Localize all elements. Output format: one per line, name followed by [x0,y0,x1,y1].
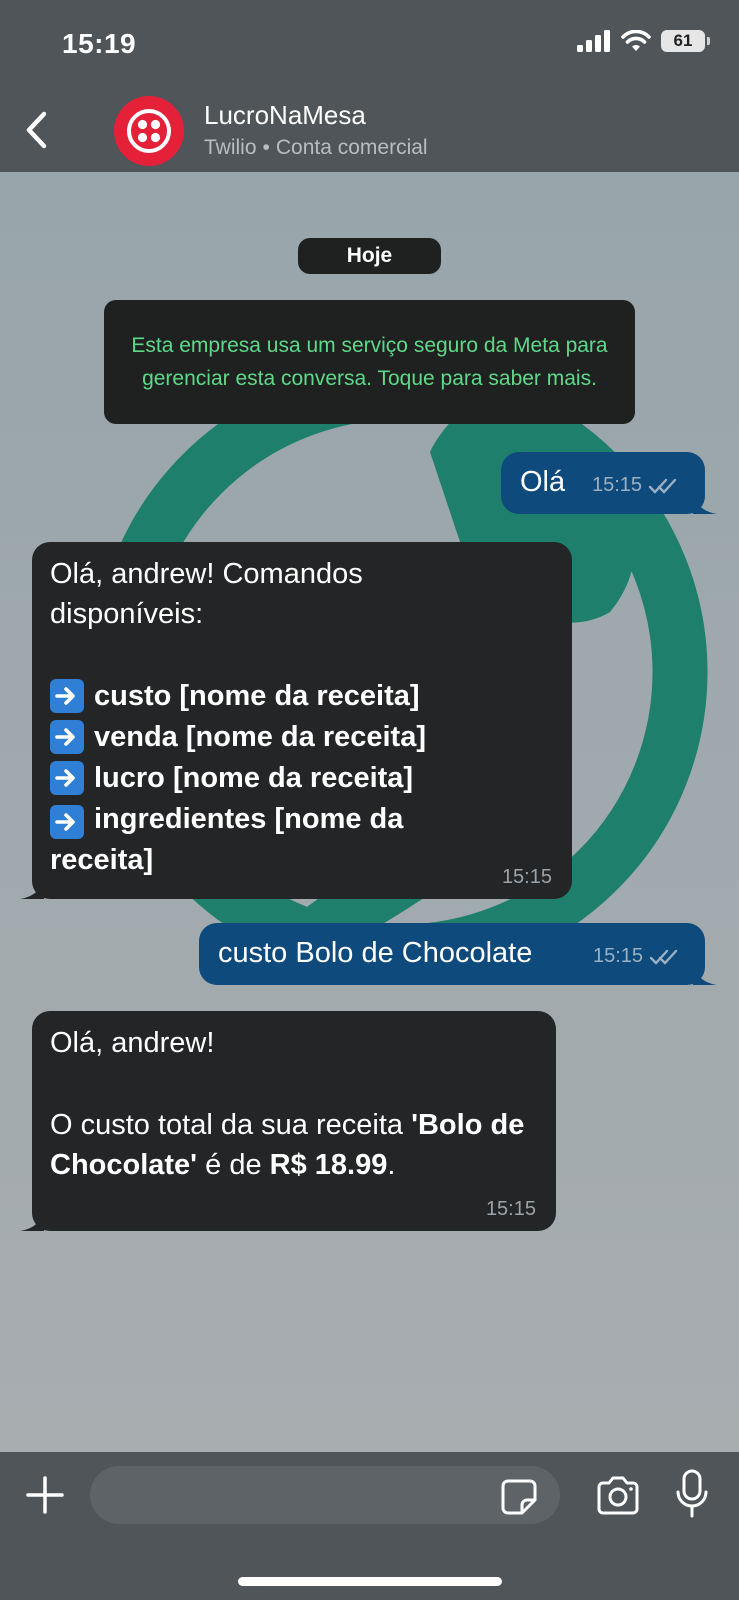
chevron-left-icon [26,111,47,149]
message-content: Olá, andrew! O custo total da sua receit… [50,1023,540,1185]
microphone-icon [676,1469,708,1518]
message-time: 15:15 [486,1198,536,1221]
battery-indicator: 61 [661,30,710,52]
command-item: custo [nome da receita] [50,676,550,717]
outgoing-message[interactable]: custo Bolo de Chocolate 15:15 [199,923,717,985]
twilio-logo [127,109,171,153]
double-check-icon [648,478,677,494]
separator-dot: • [262,136,270,159]
body-prefix: O custo total da sua receita [50,1109,412,1141]
chat-area[interactable]: Hoje Esta empresa usa um serviço seguro … [0,172,739,1452]
input-bar [0,1452,739,1600]
sticker-button[interactable] [500,1478,538,1516]
plus-icon [26,1476,64,1514]
provider-name: Twilio [204,136,257,159]
account-type: Conta comercial [275,136,428,159]
attach-button[interactable] [22,1472,68,1518]
bubble-tail [693,496,717,514]
date-chip: Hoje [298,238,441,274]
command-text: lucro [nome da receita] [94,762,414,794]
command-item: venda [nome da receita] [50,717,550,758]
bubble-tail [20,1213,44,1231]
message-greeting: Olá, andrew! [50,1027,215,1059]
message-time-text: 15:15 [501,866,552,888]
command-item: lucro [nome da receita] [50,758,550,799]
command-text: ingredientes [nome da receita] [50,803,404,876]
business-notice-text: Esta empresa usa um serviço seguro da Me… [131,334,608,390]
camera-icon [597,1476,639,1515]
business-notice[interactable]: Esta empresa usa um serviço seguro da Me… [104,300,635,424]
contact-name[interactable]: LucroNaMesa [204,100,366,131]
wifi-icon [621,30,651,51]
body-middle: é de [197,1149,270,1181]
command-text: venda [nome da receita] [94,721,426,753]
command-text: custo [nome da receita] [94,680,420,712]
message-time: 15:15 [593,945,644,967]
status-time: 15:19 [62,28,137,59]
bubble-tail [20,881,44,899]
arrow-right-icon [50,720,84,754]
cost-amount: R$ 18.99 [269,1149,388,1181]
body-suffix: . [387,1149,396,1181]
message-time: 15:15 [502,866,552,889]
message-time: 15:15 [592,474,643,496]
double-check-icon [649,949,678,965]
home-indicator [238,1577,502,1586]
message-text: Olá [520,466,566,498]
sticker-icon [501,1479,537,1515]
signal-icon [577,30,610,52]
arrow-right-icon [50,761,84,795]
chat-header: LucroNaMesa Twilio • Conta comercial [0,90,739,172]
incoming-message[interactable]: Olá, andrew! O custo total da sua receit… [20,1011,556,1231]
arrow-right-icon [50,679,84,713]
outgoing-message[interactable]: Olá 15:15 [501,452,717,514]
status-icons: 61 [577,30,710,52]
camera-button[interactable] [594,1472,642,1520]
bubble-tail [693,967,717,985]
arrow-right-icon [50,805,84,839]
message-body: O custo total da sua receita 'Bolo de Ch… [50,1105,530,1185]
message-time-text: 15:15 [485,1198,536,1220]
message-text: custo Bolo de Chocolate [218,937,533,969]
message-meta: 15:15 [592,474,678,497]
status-bar: 15:19 61 [0,0,739,90]
back-button[interactable] [12,104,60,156]
command-item: ingredientes [nome da receita] [50,799,470,881]
message-content: Olá, andrew! Comandos disponíveis: custo… [50,554,550,881]
microphone-button[interactable] [674,1468,710,1522]
message-meta: 15:15 [593,945,679,968]
message-input[interactable] [90,1466,560,1524]
incoming-message[interactable]: Olá, andrew! Comandos disponíveis: custo… [20,542,572,899]
message-intro: Olá, andrew! Comandos disponíveis: [50,558,363,630]
contact-subtitle: Twilio • Conta comercial [204,136,428,160]
avatar[interactable] [114,96,184,166]
